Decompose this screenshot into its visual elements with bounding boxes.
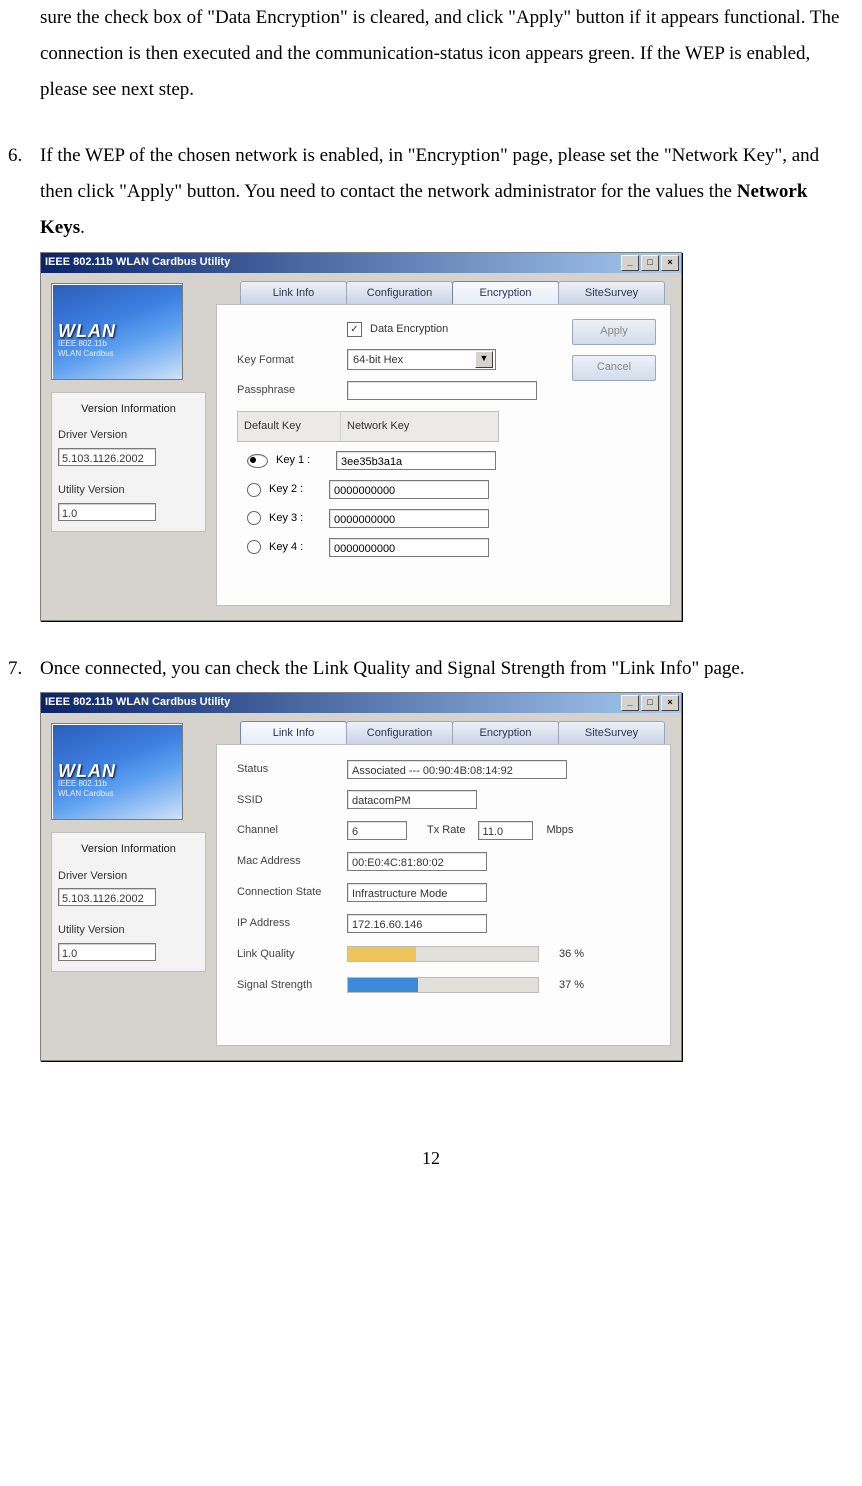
page-number: 12	[20, 1141, 842, 1175]
data-encryption-label: Data Encryption	[370, 319, 448, 340]
status-value: Associated --- 00:90:4B:08:14:92	[347, 760, 567, 779]
version-info-header: Version Information	[58, 399, 199, 420]
tab-link-info[interactable]: Link Info	[240, 721, 347, 744]
key2-input[interactable]: 0000000000	[329, 480, 489, 499]
hdr-default-key: Default Key	[238, 412, 341, 441]
utility-version-value: 1.0	[58, 943, 156, 961]
titlebar: IEEE 802.11b WLAN Cardbus Utility _ □ ×	[41, 693, 681, 713]
maximize-button[interactable]: □	[641, 695, 659, 711]
list-item-7: 7. Once connected, you can check the Lin…	[40, 651, 842, 687]
version-info-box: Version Information Driver Version 5.103…	[51, 392, 206, 533]
key1-input[interactable]: 3ee35b3a1a	[336, 451, 496, 470]
signal-strength-pct: 37 %	[559, 975, 584, 996]
key1-label: Key 1 :	[276, 450, 336, 471]
item7-text: Once connected, you can check the Link Q…	[40, 658, 745, 679]
tab-configuration[interactable]: Configuration	[346, 721, 453, 744]
chevron-down-icon: ▼	[475, 351, 493, 368]
connstate-value: Infrastructure Mode	[347, 883, 487, 902]
encryption-window: IEEE 802.11b WLAN Cardbus Utility _ □ × …	[40, 252, 682, 621]
titlebar: IEEE 802.11b WLAN Cardbus Utility _ □ ×	[41, 253, 681, 273]
list-number: 6.	[8, 138, 22, 174]
key4-radio[interactable]	[247, 540, 261, 554]
maximize-button[interactable]: □	[641, 255, 659, 271]
list-number: 7.	[8, 651, 22, 687]
item6-text-a: If the WEP of the chosen network is enab…	[40, 145, 819, 202]
ip-label: IP Address	[237, 913, 347, 934]
signal-strength-label: Signal Strength	[237, 975, 347, 996]
apply-button[interactable]: Apply	[572, 319, 656, 345]
data-encryption-checkbox[interactable]	[347, 322, 362, 337]
key4-label: Key 4 :	[269, 537, 329, 558]
txrate-label: Tx Rate	[427, 820, 466, 841]
version-info-box: Version Information Driver Version 5.103…	[51, 832, 206, 973]
signal-strength-bar	[347, 977, 539, 993]
utility-version-label: Utility Version	[58, 480, 199, 501]
driver-version-value: 5.103.1126.2002	[58, 888, 156, 906]
wlan-sub2: WLAN Cardbus	[58, 346, 114, 361]
driver-version-value: 5.103.1126.2002	[58, 448, 156, 466]
key2-label: Key 2 :	[269, 479, 329, 500]
linkinfo-window: IEEE 802.11b WLAN Cardbus Utility _ □ × …	[40, 692, 682, 1061]
key3-radio[interactable]	[247, 511, 261, 525]
close-button[interactable]: ×	[661, 695, 679, 711]
window-title: IEEE 802.11b WLAN Cardbus Utility	[45, 252, 230, 273]
key3-input[interactable]: 0000000000	[329, 509, 489, 528]
tab-sitesurvey[interactable]: SiteSurvey	[558, 721, 665, 744]
item6-text-c: .	[80, 217, 85, 238]
utility-version-value: 1.0	[58, 503, 156, 521]
tab-link-info[interactable]: Link Info	[240, 281, 347, 304]
txrate-value: 11.0	[478, 821, 533, 840]
encryption-content: Apply Cancel Data Encryption Key Format …	[216, 304, 671, 606]
key3-label: Key 3 :	[269, 508, 329, 529]
list-item-6: 6. If the WEP of the chosen network is e…	[40, 138, 842, 246]
ip-value: 172.16.60.146	[347, 914, 487, 933]
wlan-logo-card: WLAN IEEE 802.11b WLAN Cardbus	[51, 723, 183, 820]
status-label: Status	[237, 759, 347, 780]
link-quality-bar	[347, 946, 539, 962]
minimize-button[interactable]: _	[621, 255, 639, 271]
link-quality-label: Link Quality	[237, 944, 347, 965]
cancel-button[interactable]: Cancel	[572, 355, 656, 381]
wlan-sub2: WLAN Cardbus	[58, 786, 114, 801]
key2-radio[interactable]	[247, 483, 261, 497]
passphrase-input[interactable]	[347, 381, 537, 400]
key-format-value: 64-bit Hex	[353, 350, 403, 371]
key1-radio[interactable]	[247, 454, 268, 468]
key-table-header: Default Key Network Key	[237, 411, 499, 442]
key4-input[interactable]: 0000000000	[329, 538, 489, 557]
utility-version-label: Utility Version	[58, 920, 199, 941]
driver-version-label: Driver Version	[58, 425, 199, 446]
key-format-select[interactable]: 64-bit Hex ▼	[347, 349, 496, 370]
ssid-label: SSID	[237, 790, 347, 811]
hdr-network-key: Network Key	[341, 412, 498, 441]
linkinfo-content: Status Associated --- 00:90:4B:08:14:92 …	[216, 744, 671, 1046]
link-quality-pct: 36 %	[559, 944, 584, 965]
passphrase-label: Passphrase	[237, 380, 347, 401]
version-info-header: Version Information	[58, 839, 199, 860]
mac-value: 00:E0:4C:81:80:02	[347, 852, 487, 871]
paragraph-fragment: sure the check box of "Data Encryption" …	[40, 0, 842, 108]
tab-configuration[interactable]: Configuration	[346, 281, 453, 304]
mbps-label: Mbps	[547, 820, 574, 841]
channel-value: 6	[347, 821, 407, 840]
close-button[interactable]: ×	[661, 255, 679, 271]
wlan-logo-card: WLAN IEEE 802.11b WLAN Cardbus	[51, 283, 183, 380]
mac-label: Mac Address	[237, 851, 347, 872]
minimize-button[interactable]: _	[621, 695, 639, 711]
connstate-label: Connection State	[237, 882, 347, 903]
ssid-value: datacomPM	[347, 790, 477, 809]
driver-version-label: Driver Version	[58, 866, 199, 887]
tab-encryption[interactable]: Encryption	[452, 281, 559, 304]
tab-sitesurvey[interactable]: SiteSurvey	[558, 281, 665, 304]
key-format-label: Key Format	[237, 350, 347, 371]
tab-encryption[interactable]: Encryption	[452, 721, 559, 744]
window-title: IEEE 802.11b WLAN Cardbus Utility	[45, 692, 230, 713]
channel-label: Channel	[237, 820, 347, 841]
